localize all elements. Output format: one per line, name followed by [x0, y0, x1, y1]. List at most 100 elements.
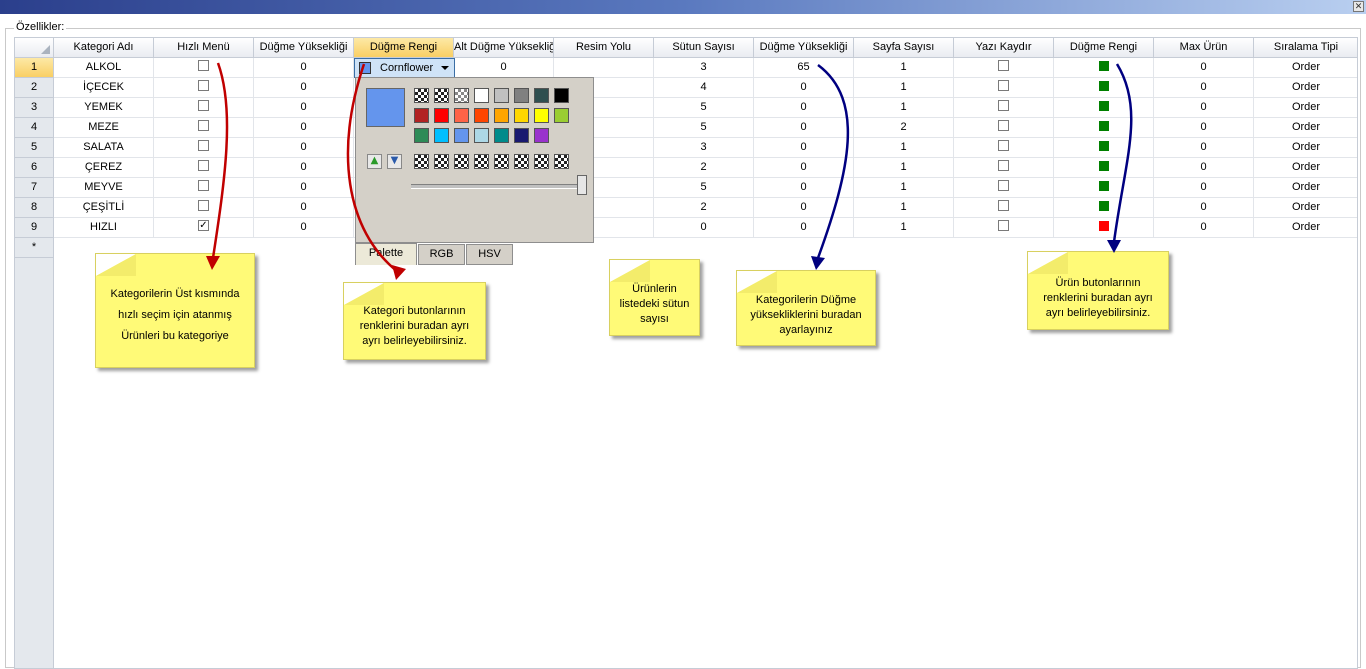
cell-quick-menu[interactable]	[154, 118, 254, 138]
cell-page-count[interactable]: 1	[854, 178, 954, 198]
header-col-sub-button-height[interactable]: Alt Düğme Yüksekliği	[454, 38, 554, 58]
cell-sort-type[interactable]: Order	[1254, 158, 1357, 178]
cell-max-product[interactable]: 0	[1154, 138, 1254, 158]
cell-sort-type[interactable]: Order	[1254, 198, 1357, 218]
checkbox[interactable]	[198, 60, 209, 72]
palette-color-swatch[interactable]	[474, 128, 489, 143]
cell-button-height[interactable]: 0	[254, 58, 354, 78]
cell-product-button-color[interactable]	[1054, 78, 1154, 98]
cell-sort-type[interactable]: Order	[1254, 218, 1357, 238]
cell-product-button-height[interactable]: 0	[754, 138, 854, 158]
custom-color-slot[interactable]	[454, 154, 469, 169]
custom-color-slot[interactable]	[554, 154, 569, 169]
cell-category-name[interactable]: YEMEK	[54, 98, 154, 118]
cell-category-name[interactable]: ÇEŞİTLİ	[54, 198, 154, 218]
row-header[interactable]: 4	[15, 118, 54, 138]
palette-color-swatch[interactable]	[554, 88, 569, 103]
cell-sort-type[interactable]: Order	[1254, 178, 1357, 198]
cell-button-height[interactable]: 0	[254, 218, 354, 238]
cell-quick-menu[interactable]	[154, 178, 254, 198]
cell-text-wrap[interactable]	[954, 198, 1054, 218]
row-header[interactable]: 2	[15, 78, 54, 98]
row-header[interactable]: 1	[15, 58, 54, 78]
cell-text-wrap[interactable]	[954, 218, 1054, 238]
cell-text-wrap[interactable]	[954, 138, 1054, 158]
cell-product-button-color[interactable]	[1054, 98, 1154, 118]
cell-quick-menu[interactable]	[154, 78, 254, 98]
header-col-button-height[interactable]: Düğme Yüksekliği	[254, 38, 354, 58]
cell-column-count[interactable]: 3	[654, 58, 754, 78]
palette-color-swatch[interactable]	[414, 128, 429, 143]
row-header[interactable]: 7	[15, 178, 54, 198]
cell-page-count[interactable]: 1	[854, 98, 954, 118]
cell-sort-type[interactable]: Order	[1254, 78, 1357, 98]
cell-max-product[interactable]: 0	[1154, 118, 1254, 138]
cell-product-button-color[interactable]	[1054, 218, 1154, 238]
header-col-quick-menu[interactable]: Hızlı Menü	[154, 38, 254, 58]
palette-color-swatch[interactable]	[534, 128, 549, 143]
cell-max-product[interactable]: 0	[1154, 58, 1254, 78]
cell-page-count[interactable]: 1	[854, 78, 954, 98]
cell-column-count[interactable]: 0	[654, 218, 754, 238]
cell-page-count[interactable]: 1	[854, 218, 954, 238]
palette-color-swatch[interactable]	[454, 128, 469, 143]
header-col-column-count[interactable]: Sütun Sayısı	[654, 38, 754, 58]
header-col-button-color[interactable]: Düğme Rengi	[354, 38, 454, 58]
custom-color-slot[interactable]	[514, 154, 529, 169]
cell-category-name[interactable]: ÇEREZ	[54, 158, 154, 178]
palette-color-swatch[interactable]	[494, 88, 509, 103]
palette-color-swatch[interactable]	[514, 108, 529, 123]
cell-product-button-height[interactable]: 0	[754, 178, 854, 198]
cell-max-product[interactable]: 0	[1154, 218, 1254, 238]
cell-image-path[interactable]	[554, 58, 654, 78]
checkbox[interactable]	[198, 120, 209, 132]
tab-rgb[interactable]: RGB	[418, 244, 465, 265]
header-col-image-path[interactable]: Resim Yolu	[554, 38, 654, 58]
cell-text-wrap[interactable]	[954, 118, 1054, 138]
checkbox[interactable]	[198, 160, 209, 172]
checkbox[interactable]	[198, 80, 209, 92]
row-header[interactable]: 9	[15, 218, 54, 238]
cell-category-name[interactable]: HIZLI	[54, 218, 154, 238]
row-header[interactable]: 6	[15, 158, 54, 178]
checkbox[interactable]	[198, 180, 209, 192]
cell-quick-menu[interactable]	[154, 198, 254, 218]
custom-color-slot[interactable]	[474, 154, 489, 169]
cell-button-height[interactable]: 0	[254, 158, 354, 178]
custom-color-slot[interactable]	[534, 154, 549, 169]
palette-color-swatch[interactable]	[434, 88, 449, 103]
cell-max-product[interactable]: 0	[1154, 198, 1254, 218]
close-icon[interactable]: ✕	[1353, 1, 1364, 12]
cell-text-wrap[interactable]	[954, 98, 1054, 118]
palette-color-swatch[interactable]	[414, 108, 429, 123]
cell-product-button-height[interactable]: 0	[754, 198, 854, 218]
header-col-max-product[interactable]: Max Ürün	[1154, 38, 1254, 58]
move-down-icon[interactable]: ▼	[387, 154, 402, 169]
checkbox[interactable]	[198, 100, 209, 112]
header-col-product-button-color[interactable]: Düğme Rengi	[1054, 38, 1154, 58]
row-header[interactable]: 8	[15, 198, 54, 218]
cell-column-count[interactable]: 2	[654, 158, 754, 178]
cell-column-count[interactable]: 4	[654, 78, 754, 98]
checkbox[interactable]	[998, 200, 1009, 212]
row-header[interactable]: 5	[15, 138, 54, 158]
cell-quick-menu[interactable]	[154, 158, 254, 178]
cell-category-name[interactable]: MEZE	[54, 118, 154, 138]
cell-column-count[interactable]: 2	[654, 198, 754, 218]
cell-column-count[interactable]: 5	[654, 118, 754, 138]
cell-text-wrap[interactable]	[954, 78, 1054, 98]
cell-product-button-color[interactable]	[1054, 118, 1154, 138]
tab-hsv[interactable]: HSV	[466, 244, 513, 265]
header-col-text-wrap[interactable]: Yazı Kaydır	[954, 38, 1054, 58]
header-col-sort-type[interactable]: Sıralama Tipi	[1254, 38, 1357, 58]
cell-text-wrap[interactable]	[954, 58, 1054, 78]
palette-color-swatch[interactable]	[414, 88, 429, 103]
palette-color-swatch[interactable]	[454, 88, 469, 103]
chevron-down-icon[interactable]	[441, 66, 449, 70]
cell-product-button-color[interactable]	[1054, 198, 1154, 218]
palette-color-swatch[interactable]	[514, 88, 529, 103]
transparency-slider-thumb[interactable]	[577, 175, 587, 195]
cell-button-height[interactable]: 0	[254, 98, 354, 118]
cell-quick-menu[interactable]	[154, 98, 254, 118]
cell-page-count[interactable]: 1	[854, 198, 954, 218]
